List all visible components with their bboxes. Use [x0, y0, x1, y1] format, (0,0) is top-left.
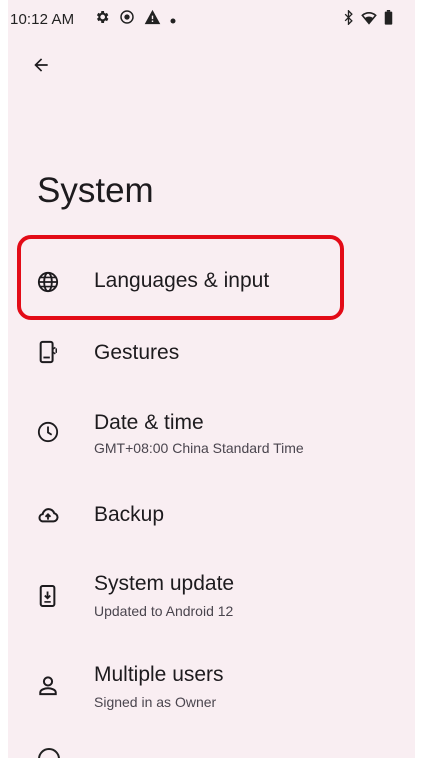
dot-icon [170, 11, 176, 29]
settings-screen: 10:12 AM System Languages & input Gestur… [8, 0, 415, 758]
status-system-icons [343, 9, 393, 30]
settings-item-title: Backup [94, 503, 165, 526]
cloud-upload-icon [35, 502, 61, 528]
media-record-icon [119, 9, 135, 30]
settings-item-date-time[interactable]: Date & time GMT+08:00 China Standard Tim… [8, 397, 415, 475]
settings-gear-icon [94, 9, 110, 30]
status-notification-icons [94, 9, 176, 30]
settings-item-title: System update [94, 572, 235, 595]
partial-item-icon [38, 748, 60, 758]
settings-item-title: Gestures [94, 341, 180, 364]
settings-item-title: Multiple users [94, 663, 224, 686]
settings-item-title: Date & time [94, 411, 204, 434]
back-button[interactable] [26, 52, 56, 82]
gestures-phone-icon [35, 339, 61, 365]
status-time: 10:12 AM [10, 11, 75, 28]
highlight-box [17, 235, 344, 320]
settings-item-system-update[interactable]: System update Updated to Android 12 [8, 560, 415, 638]
page-title: System [37, 171, 154, 210]
settings-item-summary: Updated to Android 12 [94, 603, 234, 619]
clock-icon [35, 419, 61, 445]
settings-item-summary: GMT+08:00 China Standard Time [94, 440, 304, 456]
settings-item-gestures[interactable]: Gestures [8, 322, 415, 386]
arrow-back-icon [31, 55, 51, 80]
settings-item-multiple-users[interactable]: Multiple users Signed in as Owner [8, 651, 415, 729]
warning-icon [144, 9, 161, 30]
person-icon [35, 673, 61, 699]
battery-icon [384, 10, 393, 30]
status-bar: 10:12 AM [8, 0, 415, 40]
system-update-icon [35, 583, 61, 609]
bluetooth-icon [343, 9, 354, 30]
wifi-icon [361, 11, 377, 30]
settings-item-backup[interactable]: Backup [8, 485, 415, 549]
settings-item-summary: Signed in as Owner [94, 694, 217, 710]
